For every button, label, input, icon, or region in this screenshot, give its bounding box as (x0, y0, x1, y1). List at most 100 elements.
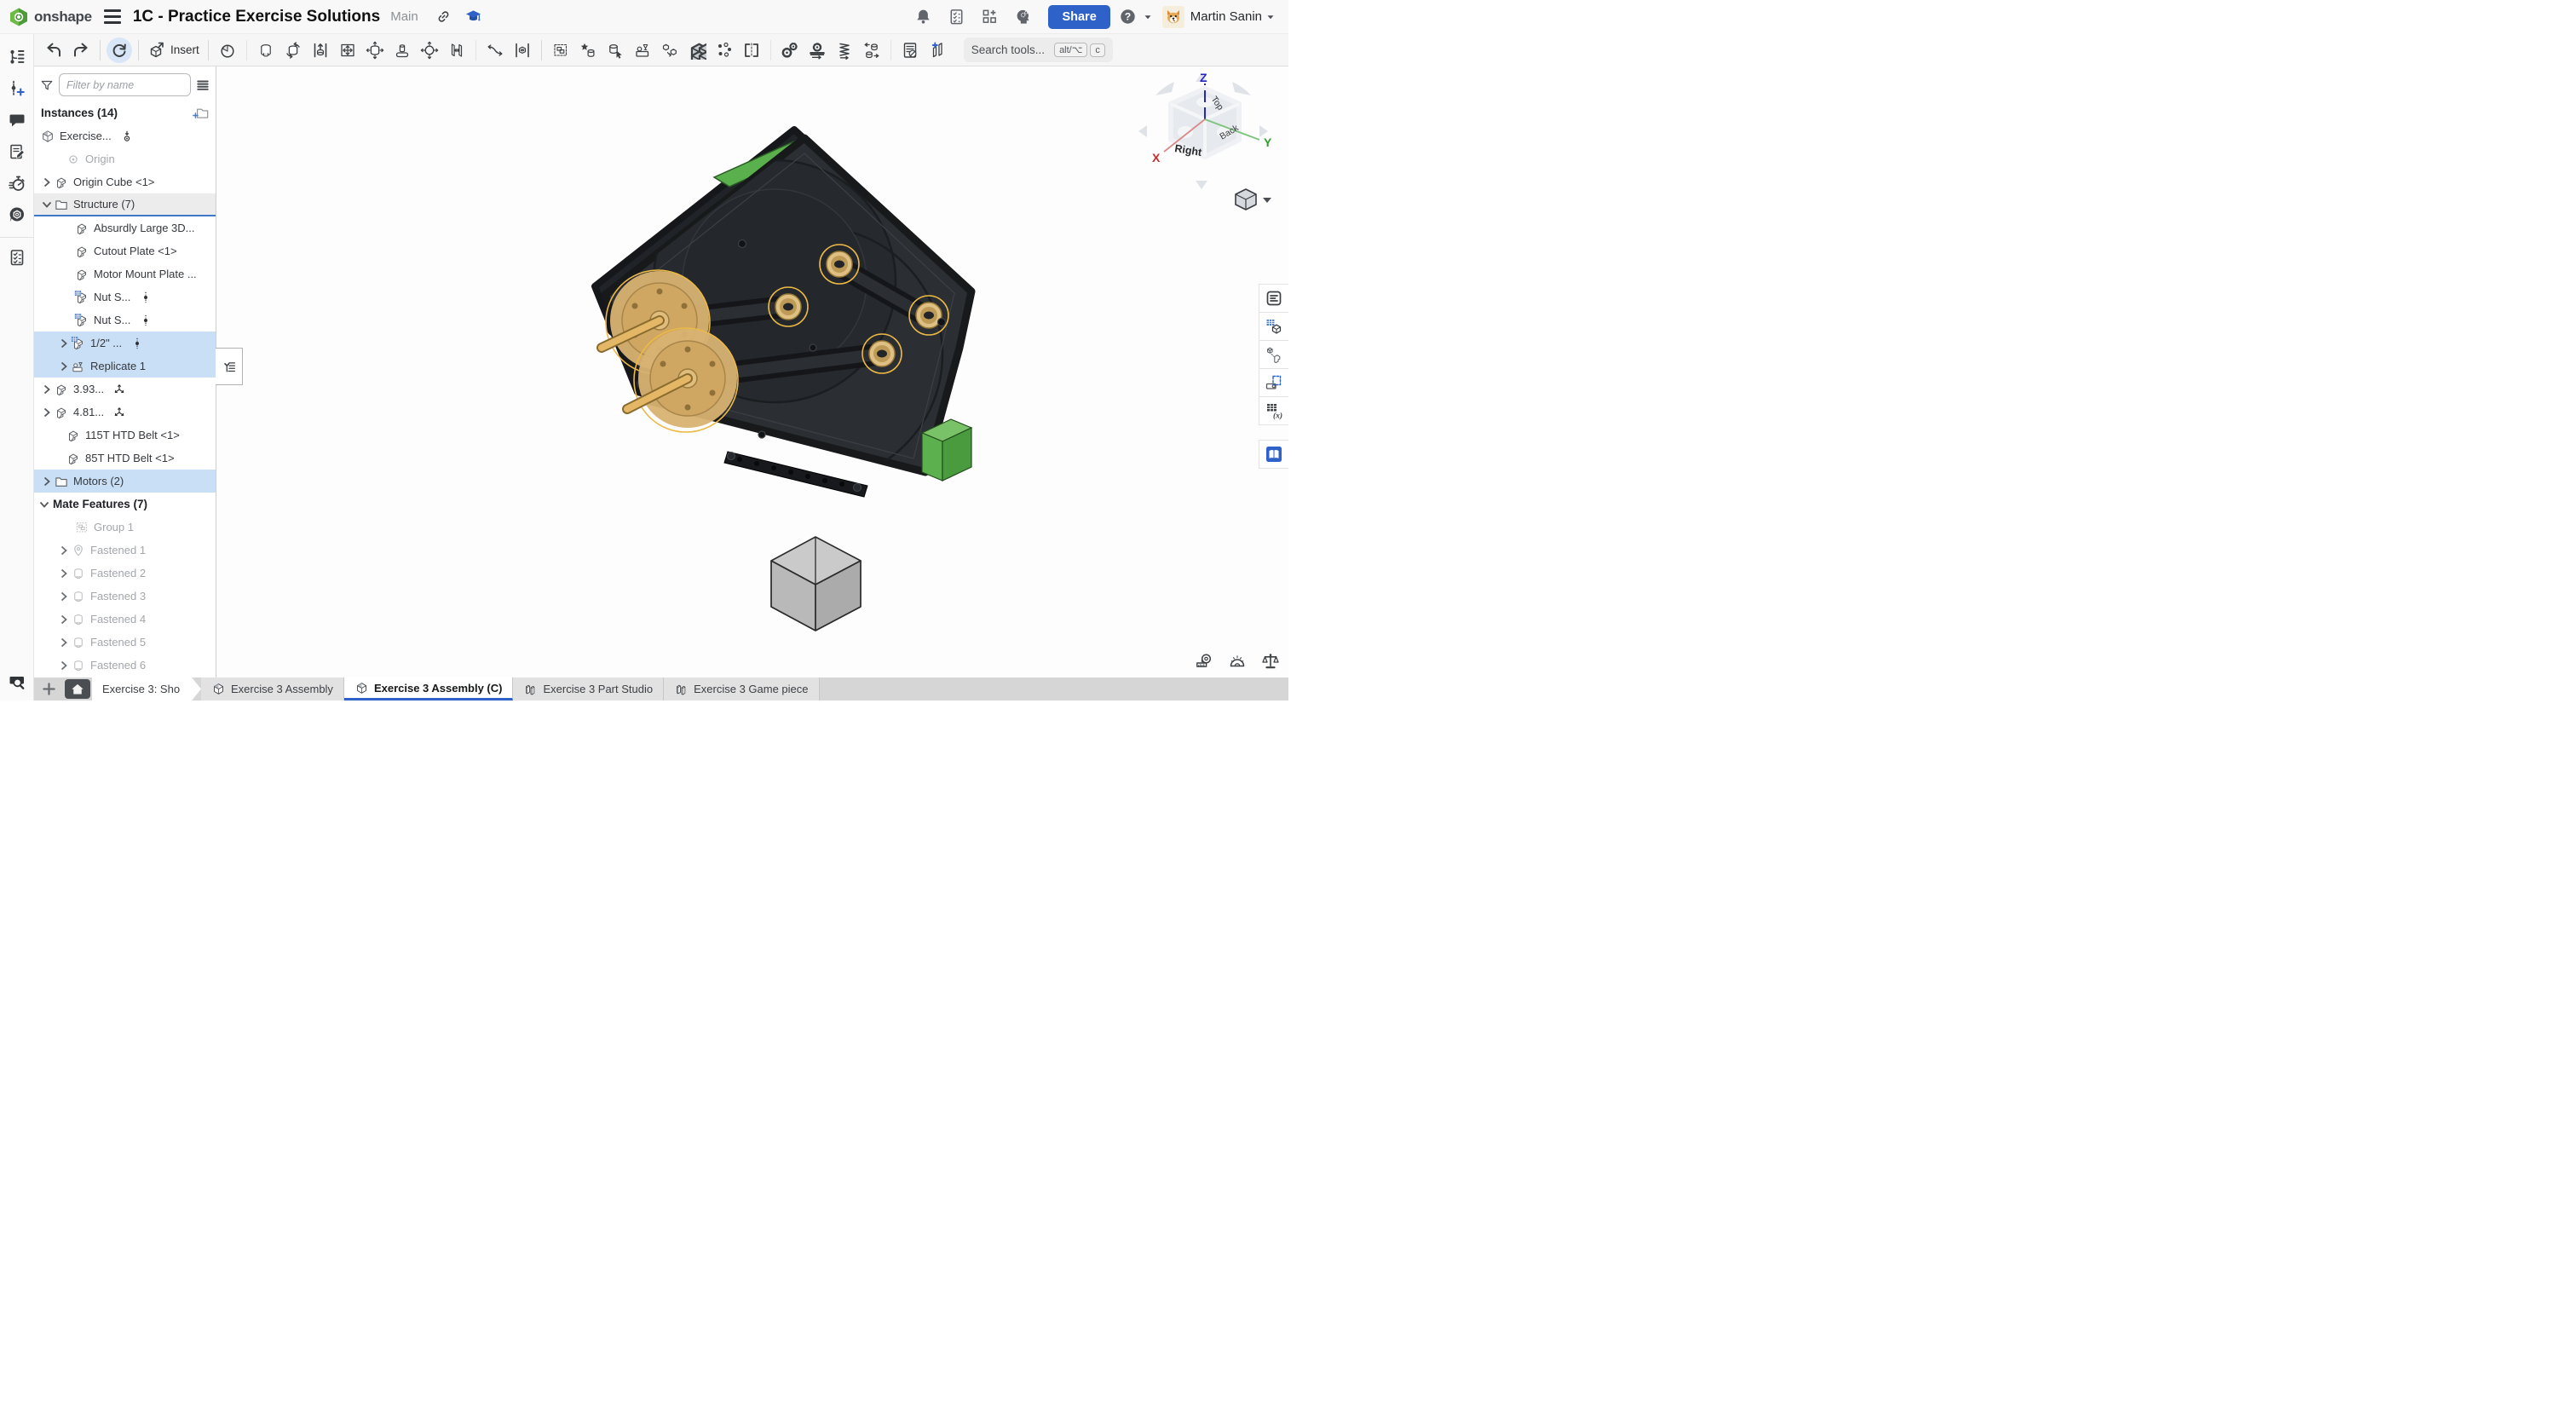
mirror-button[interactable] (739, 37, 764, 63)
insert-button[interactable]: Insert (145, 37, 202, 63)
document-notes-button[interactable] (3, 137, 32, 166)
planar-mate-button[interactable] (335, 37, 360, 63)
circular-pattern-button[interactable] (712, 37, 737, 63)
tab-exercise-3-part-studio[interactable]: Exercise 3 Part Studio (513, 677, 665, 700)
tree-row-origin-cube[interactable]: Origin Cube <1> (34, 170, 216, 193)
tree-row-mate[interactable]: Fastened 4 (34, 608, 216, 631)
view-cube[interactable]: Z Y X Right Back Top (1132, 70, 1278, 216)
tree-row-motors-folder-selected[interactable]: Motors (2) (34, 470, 216, 493)
group-button[interactable] (548, 37, 573, 63)
feature-list-panel-button[interactable] (1259, 284, 1288, 313)
redo-button[interactable] (68, 37, 94, 63)
tree-row-part[interactable]: 85T HTD Belt <1> (34, 447, 216, 470)
configurations-panel-button[interactable] (1259, 312, 1288, 341)
exploded-view-button[interactable] (925, 37, 950, 63)
copy-link-icon[interactable] (435, 8, 452, 26)
tree-row-subassembly[interactable]: 3.93... (34, 378, 216, 401)
version-graph-button[interactable] (3, 43, 32, 72)
mate-features-header[interactable]: Mate Features (7) (34, 493, 216, 516)
named-positions-button[interactable] (575, 37, 601, 63)
fastened-mate-button[interactable] (253, 37, 279, 63)
revolute-mate-button[interactable] (280, 37, 306, 63)
tree-row-mate[interactable]: Fastened 5 (34, 631, 216, 654)
tree-row-group[interactable]: Group 1 (34, 516, 216, 539)
history-button[interactable] (3, 169, 32, 198)
tab-exercise-3-assembly[interactable]: Exercise 3 Assembly (201, 677, 344, 700)
tree-row-replicate-selected[interactable]: Replicate 1 (34, 355, 216, 378)
learning-panel-button[interactable] (1259, 440, 1288, 469)
chevron-down-icon[interactable] (1265, 11, 1276, 23)
filter-input[interactable] (59, 73, 191, 96)
mate-button[interactable] (215, 37, 240, 63)
main-menu-button[interactable] (103, 9, 121, 24)
tangent-mate-button[interactable] (482, 37, 508, 63)
in-context-panel-button[interactable] (1259, 340, 1288, 369)
parallel-mate-button[interactable] (444, 37, 470, 63)
linear-pattern-button[interactable] (684, 37, 710, 63)
graphics-viewport[interactable]: Z Y X Right Back Top (216, 66, 1288, 677)
tab-search-button[interactable] (3, 667, 32, 696)
create-version-button[interactable] (3, 74, 32, 103)
tree-row-assembly-root[interactable]: Exercise... (34, 124, 216, 147)
tree-row-part[interactable]: Nut S... (34, 308, 216, 332)
list-view-icon[interactable] (195, 78, 210, 93)
rack-and-pinion-relation-button[interactable] (804, 37, 830, 63)
tree-row-part[interactable]: Nut S... (34, 285, 216, 308)
search-tools-box[interactable]: Search tools... alt/⌥ c (963, 37, 1113, 62)
pin-slot-mate-button[interactable] (389, 37, 415, 63)
ai-assistant-icon[interactable] (1014, 8, 1032, 26)
learning-center-icon[interactable] (464, 8, 482, 26)
tree-row-subassembly[interactable]: 4.81... (34, 401, 216, 424)
tree-row-part[interactable]: Absurdly Large 3D... (34, 216, 216, 239)
tree-row-mate[interactable]: Fastened 2 (34, 562, 216, 585)
tree-row-part-selected[interactable]: 1/2" ... (34, 332, 216, 355)
tab-exercise-3-game-piece[interactable]: Exercise 3 Game piece (664, 677, 820, 700)
bom-visibility-button[interactable] (897, 37, 923, 63)
comments-button[interactable] (3, 106, 32, 135)
apps-grid-plus-icon[interactable] (981, 8, 999, 26)
cylindrical-mate-button[interactable] (362, 37, 388, 63)
share-button[interactable]: Share (1048, 4, 1110, 29)
tree-row-mate[interactable]: Fastened 6 (34, 654, 216, 677)
appearance-panel-button[interactable] (1259, 368, 1288, 397)
mass-properties-icon[interactable] (1261, 652, 1280, 671)
add-tab-button[interactable] (34, 677, 63, 700)
onshape-assistant-button[interactable] (3, 200, 32, 229)
notifications-bell-icon[interactable] (914, 8, 932, 26)
filter-icon[interactable] (39, 78, 55, 93)
help-menu-button[interactable] (1119, 8, 1154, 26)
move-part-button[interactable] (602, 37, 628, 63)
tree-row-mate[interactable]: Fastened 1 (34, 539, 216, 562)
tab-exercise-3-shooter[interactable]: Exercise 3: Sho (92, 677, 201, 700)
workspace-label[interactable]: Main (390, 9, 418, 24)
tree-row-part[interactable]: 115T HTD Belt <1> (34, 424, 216, 447)
gear-relation-button[interactable] (777, 37, 803, 63)
task-list-icon[interactable] (948, 8, 965, 26)
view-options-button[interactable] (1235, 188, 1271, 210)
variables-panel-button[interactable] (1259, 396, 1288, 425)
measure-tape-icon[interactable] (1195, 652, 1213, 671)
snapshot-button[interactable] (630, 37, 655, 63)
protractor-icon[interactable] (1228, 652, 1247, 671)
user-name[interactable]: Martin Sanin (1190, 9, 1262, 24)
task-checklist-button[interactable] (3, 243, 32, 272)
screw-relation-button[interactable] (832, 37, 857, 63)
update-linked-documents-button[interactable] (107, 37, 132, 63)
undo-button[interactable] (41, 37, 66, 63)
home-button[interactable] (65, 679, 90, 699)
onshape-logo-icon[interactable] (9, 7, 29, 27)
add-folder-icon[interactable] (193, 105, 209, 121)
slider-mate-button[interactable] (308, 37, 333, 63)
tree-row-mate[interactable]: Fastened 3 (34, 585, 216, 608)
tab-exercise-3-assembly-c[interactable]: Exercise 3 Assembly (C) (343, 677, 514, 700)
tree-row-part[interactable]: Cutout Plate <1> (34, 239, 216, 262)
game-piece-cube[interactable] (770, 536, 862, 631)
ball-mate-button[interactable] (417, 37, 442, 63)
panel-toggle-button[interactable] (216, 348, 243, 385)
avatar[interactable] (1161, 5, 1184, 28)
replicate-button[interactable] (657, 37, 683, 63)
tree-row-part[interactable]: Motor Mount Plate ... (34, 262, 216, 285)
tree-row-origin[interactable]: Origin (34, 147, 216, 170)
assembly-model[interactable] (216, 66, 1288, 677)
tree-row-structure-folder[interactable]: Structure (7) (34, 193, 216, 216)
